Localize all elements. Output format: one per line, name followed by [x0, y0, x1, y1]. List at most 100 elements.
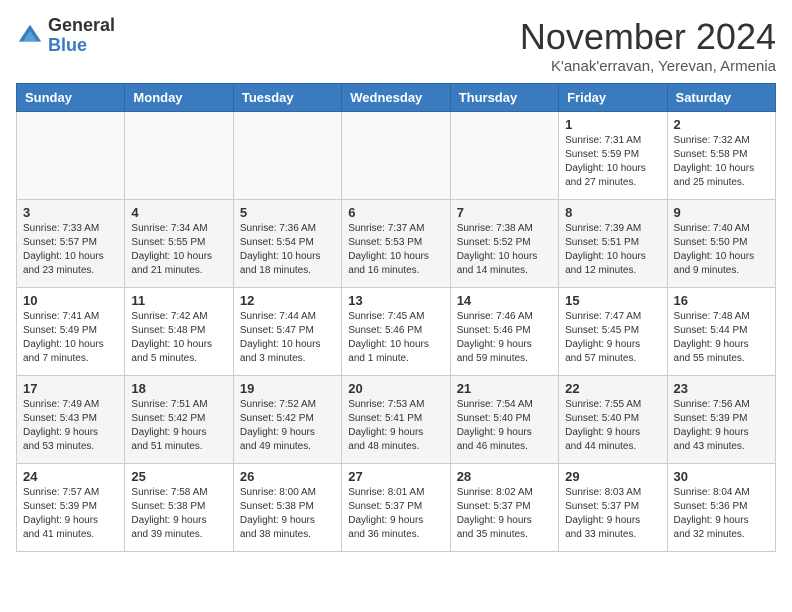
- day-number: 17: [23, 381, 118, 396]
- calendar-day-cell: [17, 112, 125, 200]
- day-number: 27: [348, 469, 443, 484]
- day-info: Sunrise: 7:54 AM Sunset: 5:40 PM Dayligh…: [457, 398, 552, 454]
- day-number: 22: [565, 381, 660, 396]
- day-number: 13: [348, 293, 443, 308]
- calendar-day-cell: 9Sunrise: 7:40 AM Sunset: 5:50 PM Daylig…: [667, 200, 775, 288]
- day-info: Sunrise: 7:48 AM Sunset: 5:44 PM Dayligh…: [674, 310, 769, 366]
- month-title: November 2024: [520, 16, 776, 58]
- day-number: 7: [457, 205, 552, 220]
- calendar-day-cell: 2Sunrise: 7:32 AM Sunset: 5:58 PM Daylig…: [667, 112, 775, 200]
- day-info: Sunrise: 7:47 AM Sunset: 5:45 PM Dayligh…: [565, 310, 660, 366]
- day-number: 23: [674, 381, 769, 396]
- weekday-header-wednesday: Wednesday: [342, 84, 450, 112]
- day-info: Sunrise: 8:01 AM Sunset: 5:37 PM Dayligh…: [348, 486, 443, 542]
- calendar-week-row: 24Sunrise: 7:57 AM Sunset: 5:39 PM Dayli…: [17, 464, 776, 552]
- day-number: 15: [565, 293, 660, 308]
- calendar-day-cell: 6Sunrise: 7:37 AM Sunset: 5:53 PM Daylig…: [342, 200, 450, 288]
- location-subtitle: K'anak'erravan, Yerevan, Armenia: [520, 58, 776, 75]
- calendar-table: SundayMondayTuesdayWednesdayThursdayFrid…: [16, 83, 776, 552]
- calendar-week-row: 1 Sunrise: 7:31 AM Sunset: 5:59 PM Daylig…: [17, 112, 776, 200]
- weekday-header-row: SundayMondayTuesdayWednesdayThursdayFrid…: [17, 84, 776, 112]
- weekday-header-sunday: Sunday: [17, 84, 125, 112]
- calendar-day-cell: 14Sunrise: 7:46 AM Sunset: 5:46 PM Dayli…: [450, 288, 558, 376]
- day-info: Sunrise: 7:41 AM Sunset: 5:49 PM Dayligh…: [23, 310, 118, 366]
- day-number: 1: [565, 117, 660, 132]
- calendar-day-cell: [450, 112, 558, 200]
- logo-text: General Blue: [48, 16, 115, 56]
- calendar-week-row: 3Sunrise: 7:33 AM Sunset: 5:57 PM Daylig…: [17, 200, 776, 288]
- calendar-day-cell: 29Sunrise: 8:03 AM Sunset: 5:37 PM Dayli…: [559, 464, 667, 552]
- weekday-header-saturday: Saturday: [667, 84, 775, 112]
- logo-icon: [16, 22, 44, 50]
- day-number: 26: [240, 469, 335, 484]
- day-number: 8: [565, 205, 660, 220]
- calendar-day-cell: 1 Sunrise: 7:31 AM Sunset: 5:59 PM Daylig…: [559, 112, 667, 200]
- day-number: 21: [457, 381, 552, 396]
- day-number: 25: [131, 469, 226, 484]
- weekday-header-friday: Friday: [559, 84, 667, 112]
- day-number: 16: [674, 293, 769, 308]
- day-info: Sunrise: 7:58 AM Sunset: 5:38 PM Dayligh…: [131, 486, 226, 542]
- calendar-day-cell: 23 Sunrise: 7:56 AM Sunset: 5:39 PM Dayli…: [667, 376, 775, 464]
- calendar-day-cell: [125, 112, 233, 200]
- day-number: 18: [131, 381, 226, 396]
- day-info: Sunrise: 7:51 AM Sunset: 5:42 PM Dayligh…: [131, 398, 226, 454]
- calendar-day-cell: 13 Sunrise: 7:45 AM Sunset: 5:46 PM Dayli…: [342, 288, 450, 376]
- day-info: Sunrise: 7:45 AM Sunset: 5:46 PM Dayligh…: [348, 310, 443, 366]
- calendar-day-cell: 27 Sunrise: 8:01 AM Sunset: 5:37 PM Dayli…: [342, 464, 450, 552]
- day-number: 20: [348, 381, 443, 396]
- calendar-day-cell: 4 Sunrise: 7:34 AM Sunset: 5:55 PM Daylig…: [125, 200, 233, 288]
- day-info: Sunrise: 7:53 AM Sunset: 5:41 PM Dayligh…: [348, 398, 443, 454]
- day-number: 24: [23, 469, 118, 484]
- day-number: 30: [674, 469, 769, 484]
- calendar-day-cell: 20 Sunrise: 7:53 AM Sunset: 5:41 PM Dayli…: [342, 376, 450, 464]
- calendar-day-cell: 18 Sunrise: 7:51 AM Sunset: 5:42 PM Dayli…: [125, 376, 233, 464]
- weekday-header-thursday: Thursday: [450, 84, 558, 112]
- day-info: Sunrise: 7:39 AM Sunset: 5:51 PM Dayligh…: [565, 222, 660, 278]
- calendar-day-cell: 11 Sunrise: 7:42 AM Sunset: 5:48 PM Dayli…: [125, 288, 233, 376]
- logo: General Blue: [16, 16, 115, 56]
- day-info: Sunrise: 7:55 AM Sunset: 5:40 PM Dayligh…: [565, 398, 660, 454]
- calendar-day-cell: 7 Sunrise: 7:38 AM Sunset: 5:52 PM Daylig…: [450, 200, 558, 288]
- calendar-day-cell: 17 Sunrise: 7:49 AM Sunset: 5:43 PM Dayli…: [17, 376, 125, 464]
- calendar-day-cell: [233, 112, 341, 200]
- calendar-week-row: 10Sunrise: 7:41 AM Sunset: 5:49 PM Dayli…: [17, 288, 776, 376]
- calendar-day-cell: 10Sunrise: 7:41 AM Sunset: 5:49 PM Dayli…: [17, 288, 125, 376]
- day-number: 4: [131, 205, 226, 220]
- day-number: 19: [240, 381, 335, 396]
- calendar-day-cell: 21 Sunrise: 7:54 AM Sunset: 5:40 PM Dayli…: [450, 376, 558, 464]
- weekday-header-monday: Monday: [125, 84, 233, 112]
- day-number: 3: [23, 205, 118, 220]
- calendar-day-cell: 30 Sunrise: 8:04 AM Sunset: 5:36 PM Dayli…: [667, 464, 775, 552]
- day-info: Sunrise: 7:37 AM Sunset: 5:53 PM Dayligh…: [348, 222, 443, 278]
- title-section: November 2024 K'anak'erravan, Yerevan, A…: [520, 16, 776, 75]
- calendar-day-cell: 28Sunrise: 8:02 AM Sunset: 5:37 PM Dayli…: [450, 464, 558, 552]
- day-info: Sunrise: 8:04 AM Sunset: 5:36 PM Dayligh…: [674, 486, 769, 542]
- day-number: 14: [457, 293, 552, 308]
- calendar-week-row: 17 Sunrise: 7:49 AM Sunset: 5:43 PM Dayli…: [17, 376, 776, 464]
- day-info: Sunrise: 8:00 AM Sunset: 5:38 PM Dayligh…: [240, 486, 335, 542]
- day-info: Sunrise: 7:31 AM Sunset: 5:59 PM Dayligh…: [565, 134, 660, 190]
- day-number: 12: [240, 293, 335, 308]
- day-info: Sunrise: 7:34 AM Sunset: 5:55 PM Dayligh…: [131, 222, 226, 278]
- day-info: Sunrise: 7:32 AM Sunset: 5:58 PM Dayligh…: [674, 134, 769, 190]
- day-number: 28: [457, 469, 552, 484]
- calendar-day-cell: 12Sunrise: 7:44 AM Sunset: 5:47 PM Dayli…: [233, 288, 341, 376]
- day-info: Sunrise: 7:52 AM Sunset: 5:42 PM Dayligh…: [240, 398, 335, 454]
- day-info: Sunrise: 8:03 AM Sunset: 5:37 PM Dayligh…: [565, 486, 660, 542]
- calendar-day-cell: 19 Sunrise: 7:52 AM Sunset: 5:42 PM Dayli…: [233, 376, 341, 464]
- day-info: Sunrise: 7:40 AM Sunset: 5:50 PM Dayligh…: [674, 222, 769, 278]
- calendar-day-cell: 26 Sunrise: 8:00 AM Sunset: 5:38 PM Dayli…: [233, 464, 341, 552]
- weekday-header-tuesday: Tuesday: [233, 84, 341, 112]
- day-info: Sunrise: 7:56 AM Sunset: 5:39 PM Dayligh…: [674, 398, 769, 454]
- calendar-day-cell: 15 Sunrise: 7:47 AM Sunset: 5:45 PM Dayli…: [559, 288, 667, 376]
- calendar-day-cell: 8 Sunrise: 7:39 AM Sunset: 5:51 PM Daylig…: [559, 200, 667, 288]
- day-info: Sunrise: 7:36 AM Sunset: 5:54 PM Dayligh…: [240, 222, 335, 278]
- calendar-day-cell: 24Sunrise: 7:57 AM Sunset: 5:39 PM Dayli…: [17, 464, 125, 552]
- calendar-day-cell: 3Sunrise: 7:33 AM Sunset: 5:57 PM Daylig…: [17, 200, 125, 288]
- calendar-day-cell: [342, 112, 450, 200]
- day-info: Sunrise: 7:49 AM Sunset: 5:43 PM Dayligh…: [23, 398, 118, 454]
- day-info: Sunrise: 7:38 AM Sunset: 5:52 PM Dayligh…: [457, 222, 552, 278]
- day-number: 11: [131, 293, 226, 308]
- day-info: Sunrise: 7:42 AM Sunset: 5:48 PM Dayligh…: [131, 310, 226, 366]
